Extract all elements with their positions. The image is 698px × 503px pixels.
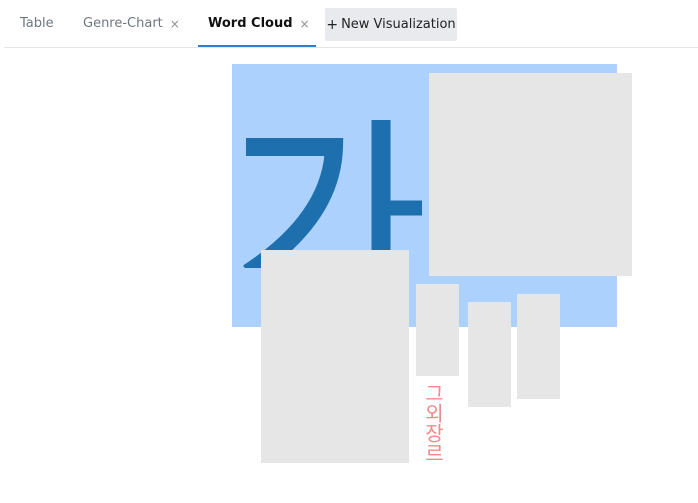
close-icon[interactable]: × [300,17,310,31]
tab-label: Word Cloud [208,16,293,31]
tab-label: Table [20,16,54,31]
word-large[interactable] [232,68,432,268]
tab-table[interactable]: Table [20,0,54,47]
new-visualization-button[interactable]: + New Visualization [325,8,457,41]
tab-bar: Table Genre-Chart × Word Cloud × + New V… [4,0,698,48]
word-placeholder [261,250,409,463]
word-cloud-canvas: 그외장르 [0,48,698,503]
word-placeholder [468,302,511,407]
word-placeholder [517,294,560,399]
word-placeholder [429,73,632,276]
active-tab-indicator [198,45,316,47]
tab-label: Genre-Chart [83,16,163,31]
tab-genre-chart[interactable]: Genre-Chart × [83,0,180,47]
tab-word-cloud[interactable]: Word Cloud × [208,0,310,47]
word-vertical[interactable]: 그외장르 [421,383,445,463]
plus-icon: + [326,16,339,33]
close-icon[interactable]: × [170,17,180,31]
word-placeholder [416,284,459,376]
new-visualization-label: New Visualization [341,17,456,32]
